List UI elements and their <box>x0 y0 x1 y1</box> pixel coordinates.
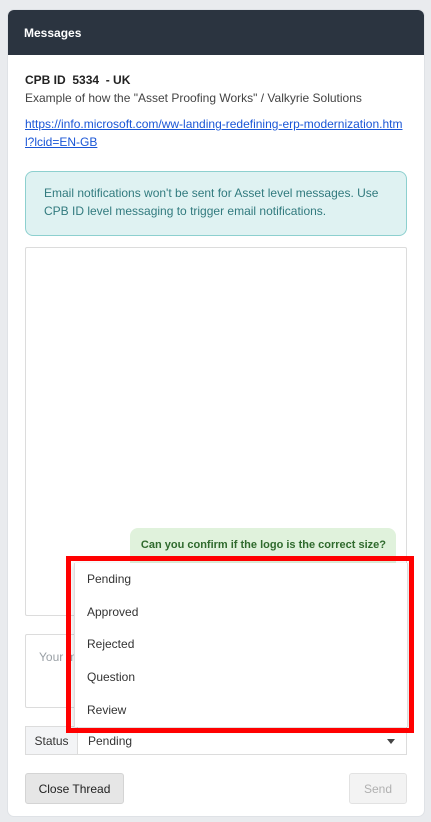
cpb-description: Example of how the "Asset Proofing Works… <box>25 91 362 105</box>
close-thread-button[interactable]: Close Thread <box>25 773 124 804</box>
status-option-pending[interactable]: Pending <box>75 563 407 596</box>
cpb-link[interactable]: https://info.microsoft.com/ww-landing-re… <box>25 115 407 151</box>
cpb-id-label: CPB ID <box>25 73 66 87</box>
caret-down-icon <box>387 739 395 744</box>
message-thread[interactable]: Can you confirm if the logo is the corre… <box>25 247 407 616</box>
message-bubble: Can you confirm if the logo is the corre… <box>129 528 396 566</box>
cpb-region: - UK <box>105 73 131 87</box>
panel-header: Messages <box>8 10 424 55</box>
alert-text: Email notifications won't be sent for As… <box>44 186 379 218</box>
cpb-id-value: 5334 <box>72 73 100 87</box>
status-select[interactable]: Pending <box>77 726 407 755</box>
status-selected-value: Pending <box>88 733 133 748</box>
status-option-review[interactable]: Review <box>75 693 407 726</box>
panel-body: CPB ID 5334 - UK Example of how the "Ass… <box>8 73 424 236</box>
status-option-approved[interactable]: Approved <box>75 596 407 629</box>
status-option-question[interactable]: Question <box>75 661 407 694</box>
status-dropdown-menu: Pending Approved Rejected Question Revie… <box>74 563 408 727</box>
info-alert: Email notifications won't be sent for As… <box>25 171 407 236</box>
panel-title: Messages <box>24 25 82 40</box>
status-row: Status Pending <box>25 726 407 755</box>
message-input-placeholder: Your m <box>39 650 77 664</box>
cpb-id-line: CPB ID 5334 - UK <box>25 73 407 87</box>
status-label: Status <box>25 726 77 755</box>
status-option-rejected[interactable]: Rejected <box>75 628 407 661</box>
send-button[interactable]: Send <box>349 773 407 804</box>
message-text: Can you confirm if the logo is the corre… <box>140 539 386 551</box>
